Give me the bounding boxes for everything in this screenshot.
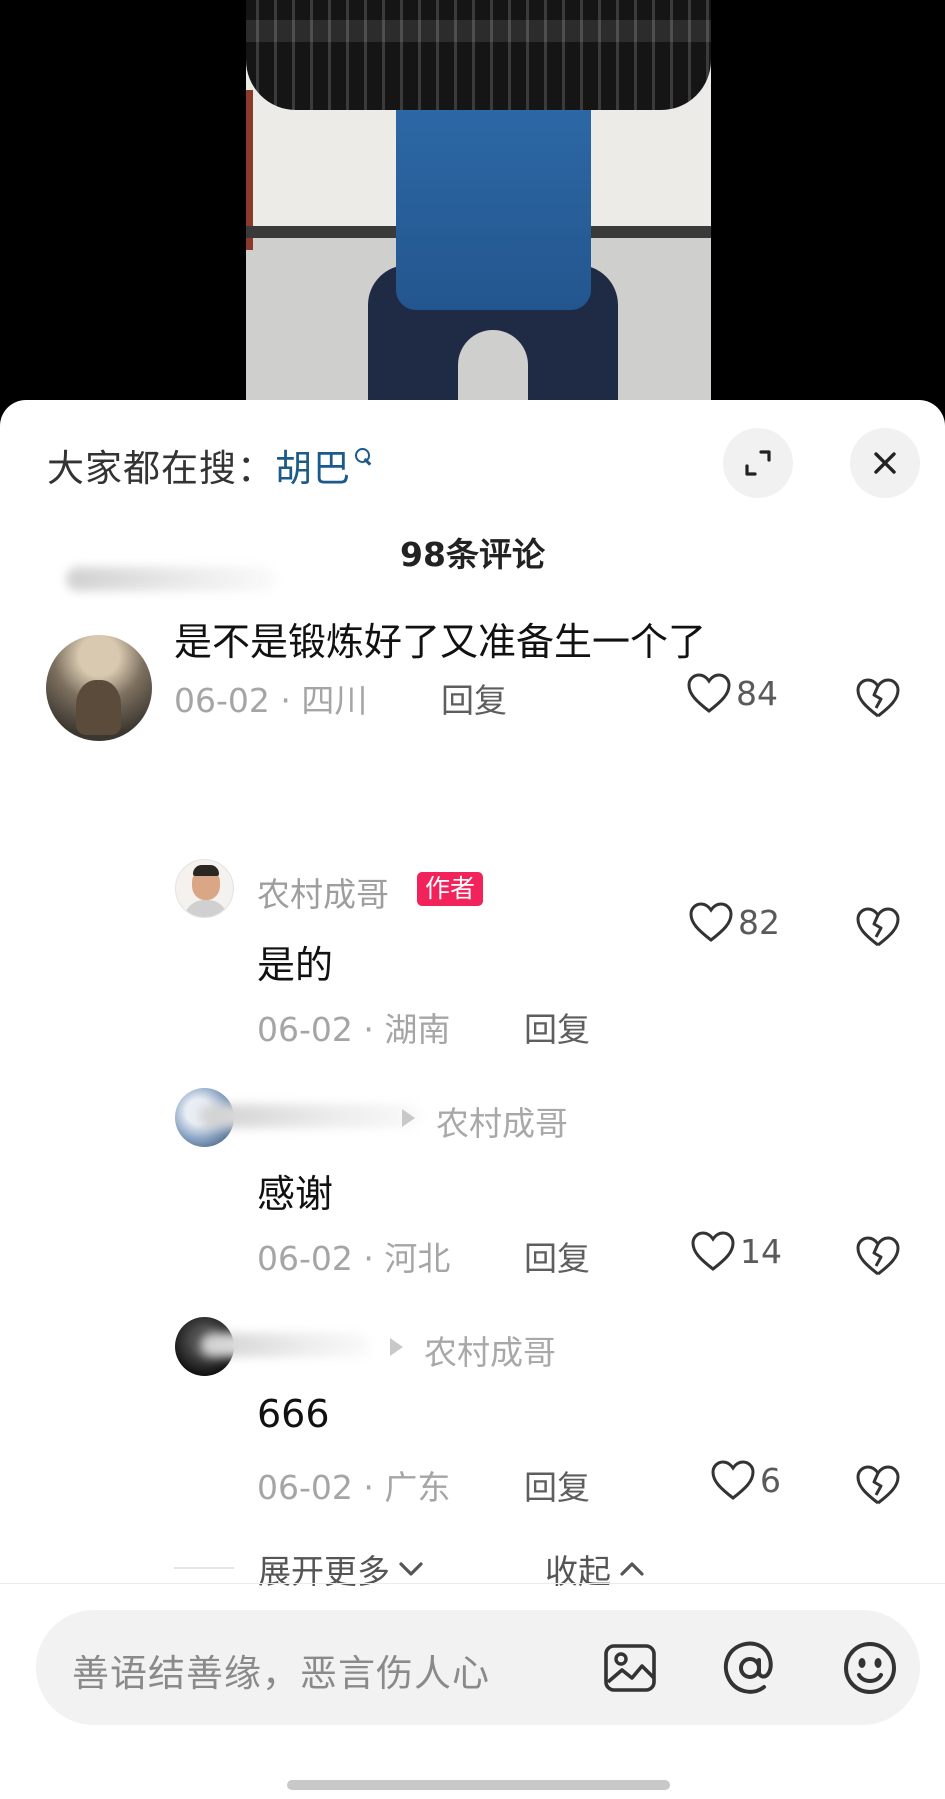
emoji-button[interactable]	[838, 1636, 902, 1700]
expand-more-label: 展开更多	[258, 1552, 390, 1591]
broken-heart-icon[interactable]	[855, 906, 901, 948]
video-frame	[246, 0, 711, 420]
heart-icon	[689, 902, 733, 942]
reply-to-username[interactable]: 农村成哥	[424, 1326, 556, 1374]
like-button[interactable]: 82	[688, 901, 780, 943]
comment-text: 感谢	[257, 1172, 334, 1216]
expand-more-button[interactable]: 展开更多	[258, 1545, 426, 1593]
comment-text: 是不是锻炼好了又准备生一个了	[174, 620, 707, 664]
divider	[174, 1567, 234, 1569]
reply-button[interactable]: 回复	[524, 1232, 590, 1280]
comment-sheet: 大家都在搜： 胡巴 98条评论 是不是锻炼好了又准备生一个了 06-02 · 四…	[0, 400, 945, 1799]
comment-text: 666	[257, 1392, 330, 1436]
heart-icon	[691, 1231, 735, 1271]
broken-heart-icon[interactable]	[855, 1235, 901, 1277]
username-blurred	[200, 1333, 370, 1357]
comment-meta: 06-02 · 广东	[257, 1468, 451, 1507]
heart-icon	[687, 673, 731, 713]
like-count: 82	[738, 902, 780, 942]
reply-to-username[interactable]: 农村成哥	[436, 1097, 568, 1145]
close-button[interactable]	[850, 428, 920, 498]
reply-button[interactable]: 回复	[524, 1461, 590, 1509]
home-indicator[interactable]	[287, 1780, 670, 1790]
username-blurred	[200, 1104, 420, 1128]
username-blurred	[66, 567, 276, 591]
avatar[interactable]	[46, 635, 152, 741]
reply-button[interactable]: 回复	[524, 1003, 590, 1051]
collapse-label: 收起	[545, 1552, 611, 1591]
trending-search-label: 大家都在搜：	[47, 447, 275, 490]
emoji-icon	[844, 1642, 896, 1694]
mention-button[interactable]	[718, 1636, 782, 1700]
reply-arrow-icon	[402, 1109, 415, 1127]
heart-icon	[711, 1460, 755, 1500]
like-count: 6	[760, 1460, 781, 1500]
avatar[interactable]	[175, 859, 234, 918]
expand-icon	[745, 450, 771, 476]
broken-heart-icon[interactable]	[855, 1464, 901, 1506]
video-player[interactable]	[0, 0, 945, 420]
broken-heart-icon[interactable]	[855, 677, 901, 719]
chevron-up-icon	[620, 1562, 644, 1576]
author-badge: 作者	[417, 872, 484, 906]
image-button[interactable]	[598, 1636, 662, 1700]
comment-meta: 06-02 · 四川	[174, 681, 368, 720]
expand-button[interactable]	[723, 428, 793, 498]
username[interactable]: 农村成哥	[257, 868, 389, 916]
trending-search-term[interactable]: 胡巴	[275, 438, 351, 492]
reply-button[interactable]: 回复	[441, 674, 507, 722]
image-icon	[604, 1644, 656, 1692]
chevron-down-icon	[399, 1562, 423, 1576]
search-icon	[353, 446, 373, 470]
collapse-button[interactable]: 收起	[545, 1545, 647, 1593]
comment-meta: 06-02 · 湖南	[257, 1010, 451, 1049]
comment-meta: 06-02 · 河北	[257, 1239, 451, 1278]
divider	[0, 1583, 945, 1584]
comment-text: 是的	[257, 943, 334, 987]
reply-arrow-icon	[390, 1338, 403, 1356]
trending-search[interactable]: 大家都在搜： 胡巴	[47, 440, 373, 490]
like-button[interactable]: 84	[686, 672, 778, 714]
like-count: 14	[740, 1231, 782, 1271]
like-count: 84	[736, 673, 778, 713]
like-button[interactable]: 6	[710, 1459, 781, 1501]
at-icon	[723, 1641, 773, 1694]
comment-input-bar: 善语结善缘，恶言伤人心	[36, 1610, 920, 1725]
comment-input[interactable]: 善语结善缘，恶言伤人心	[72, 1643, 490, 1697]
close-icon	[874, 452, 896, 474]
like-button[interactable]: 14	[690, 1230, 782, 1272]
